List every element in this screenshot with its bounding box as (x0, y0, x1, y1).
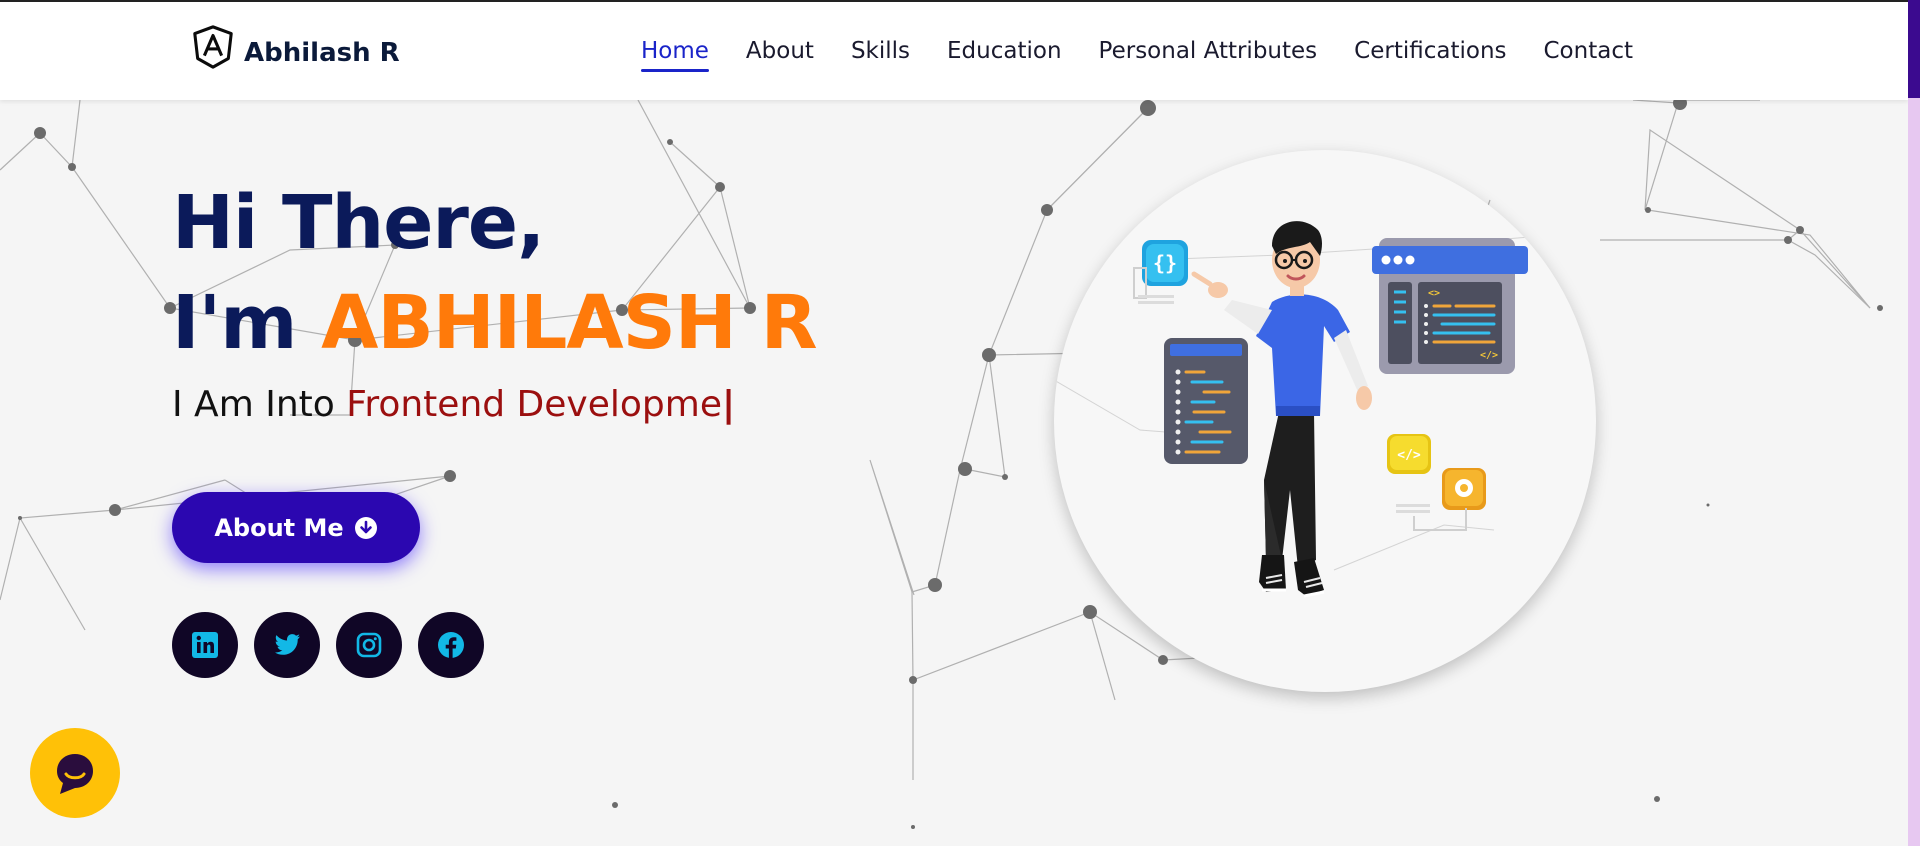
developer-illustration: {} <> </> </> (1054, 221, 1555, 598)
brand-name: Abhilash R (244, 38, 400, 68)
nav-education[interactable]: Education (947, 38, 1062, 72)
site-header: Abhilash R Home About Skills Education P… (0, 2, 1908, 100)
about-me-label: About Me (214, 513, 344, 542)
svg-text:</>: </> (1397, 448, 1421, 463)
linkedin-icon (192, 632, 218, 658)
facebook-link[interactable] (418, 612, 484, 678)
brand[interactable]: Abhilash R (190, 24, 400, 70)
svg-text:<>: <> (1428, 288, 1440, 299)
typing-cursor: | (721, 384, 736, 425)
chat-widget-button[interactable] (30, 728, 120, 818)
instagram-link[interactable] (336, 612, 402, 678)
scrollbar-thumb[interactable] (1908, 0, 1920, 98)
hero-role-prefix: I Am Into (172, 384, 335, 425)
nav-skills[interactable]: Skills (851, 38, 910, 72)
hero-intro-prefix: I'm (172, 280, 297, 366)
hero-name: ABHILASH R (321, 280, 818, 366)
nav-home[interactable]: Home (641, 38, 709, 72)
instagram-icon (356, 632, 382, 658)
hero-illustration: {} <> </> </> (1054, 150, 1596, 692)
twitter-icon (275, 634, 300, 655)
nav-personal-attributes[interactable]: Personal Attributes (1099, 38, 1318, 72)
hero-greeting: Hi There, (172, 180, 545, 266)
hero-intro: I'm ABHILASH R (172, 268, 818, 378)
angular-logo-icon (193, 25, 233, 69)
main-nav: Home About Skills Education Personal Att… (641, 38, 1670, 72)
nav-contact[interactable]: Contact (1544, 38, 1633, 72)
svg-text:</>: </> (1480, 350, 1498, 361)
hero-typed-role: Frontend Developme (346, 384, 722, 425)
about-me-button[interactable]: About Me (172, 492, 420, 563)
twitter-link[interactable] (254, 612, 320, 678)
nav-certifications[interactable]: Certifications (1354, 38, 1506, 72)
chat-bubble-icon (57, 754, 93, 794)
nav-about[interactable]: About (746, 38, 814, 72)
social-links (172, 612, 484, 678)
linkedin-link[interactable] (172, 612, 238, 678)
hero-role-line: I Am Into Frontend Developme| (172, 384, 817, 425)
arrow-down-circle-icon (354, 516, 377, 539)
hero-section: Hi There, I'm ABHILASH R I Am Into Front… (172, 178, 818, 425)
svg-text:{}: {} (1153, 251, 1177, 275)
top-border (0, 0, 1920, 2)
scrollbar[interactable] (1908, 0, 1920, 846)
facebook-icon (438, 632, 464, 658)
